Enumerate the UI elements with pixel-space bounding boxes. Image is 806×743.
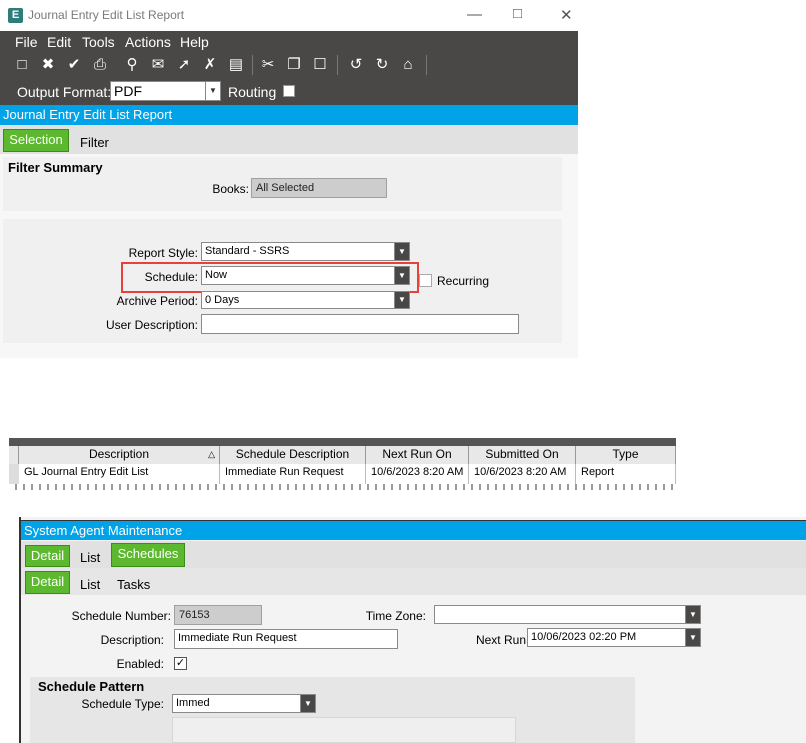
tab-schedules[interactable]: Schedules: [111, 543, 185, 567]
report-style-label: Report Style:: [128, 246, 198, 260]
table-cell[interactable]: GL Journal Entry Edit List: [19, 464, 220, 484]
enabled-checkbox[interactable]: ✓: [174, 657, 187, 670]
subtab-list[interactable]: List: [80, 577, 100, 592]
tab-detail[interactable]: Detail: [25, 545, 70, 567]
menu-edit[interactable]: Edit: [47, 34, 71, 50]
print-preview-icon[interactable]: ⚲: [123, 56, 141, 74]
menu-actions[interactable]: Actions: [125, 34, 171, 50]
tab-selection[interactable]: Selection: [3, 129, 69, 152]
home-icon[interactable]: ⌂: [399, 56, 417, 74]
menu-file[interactable]: File: [15, 34, 38, 50]
column-description-label: Description: [88, 447, 150, 461]
delete-icon[interactable]: ✖: [39, 56, 57, 74]
chevron-down-icon[interactable]: ▼: [394, 292, 409, 308]
paste-icon[interactable]: ☐: [311, 56, 329, 74]
send-icon[interactable]: ✉: [149, 56, 167, 74]
user-description-input[interactable]: [201, 314, 519, 334]
chevron-down-icon[interactable]: ▼: [685, 606, 700, 623]
highlight-box: [121, 262, 419, 293]
copy-icon[interactable]: ❐: [285, 56, 303, 74]
schedule-options-box: [172, 717, 516, 743]
recurring-checkbox[interactable]: [419, 274, 432, 287]
save-icon[interactable]: ▤: [227, 56, 245, 74]
filter-summary-title: Filter Summary: [8, 160, 103, 175]
archive-period-label: Archive Period:: [116, 294, 198, 308]
books-label: Books:: [212, 182, 249, 196]
routing-checkbox[interactable]: [283, 85, 295, 97]
menu-tools[interactable]: Tools: [82, 34, 115, 50]
enabled-label: Enabled:: [116, 657, 164, 671]
menu-help[interactable]: Help: [180, 34, 209, 50]
close-icon[interactable]: ✕: [560, 6, 573, 24]
chevron-down-icon[interactable]: ▼: [205, 82, 220, 100]
report-style-value: Standard - SSRS: [205, 245, 290, 257]
report-style-select[interactable]: Standard - SSRS ▼: [201, 242, 410, 261]
tab-filter[interactable]: Filter: [80, 135, 109, 150]
toolbar-separator: [426, 55, 427, 75]
report-header: Journal Entry Edit List Report: [0, 105, 578, 125]
archive-period-value: 0 Days: [205, 294, 240, 306]
chevron-down-icon[interactable]: ▼: [394, 243, 409, 260]
grid-row-header: [9, 446, 19, 464]
minimize-icon[interactable]: —: [467, 6, 482, 23]
next-run-field[interactable]: 10/06/2023 02:20 PM ▼: [527, 628, 701, 647]
table-cell[interactable]: 10/6/2023 8:20 AM: [469, 464, 576, 484]
archive-period-select[interactable]: 0 Days ▼: [201, 291, 410, 309]
maximize-icon[interactable]: □: [513, 5, 522, 22]
output-format-value: PDF: [114, 83, 142, 99]
schedule-pattern-title: Schedule Pattern: [38, 679, 145, 694]
subtab-tasks[interactable]: Tasks: [117, 577, 150, 592]
sort-ascending-icon: △: [208, 449, 215, 459]
next-run-value: 10/06/2023 02:20 PM: [531, 631, 637, 643]
column-header-submitted-on[interactable]: Submitted On: [469, 446, 576, 464]
table-cell[interactable]: Report: [576, 464, 676, 484]
attach-icon[interactable]: ➚: [175, 56, 193, 74]
report-header-title: Journal Entry Edit List Report: [3, 107, 173, 122]
time-zone-label: Time Zone:: [365, 609, 426, 623]
print-icon[interactable]: ⎙: [91, 56, 109, 74]
chevron-down-icon[interactable]: ▼: [685, 629, 700, 646]
agent-header: System Agent Maintenance: [21, 520, 806, 540]
agent-header-title: System Agent Maintenance: [24, 523, 183, 538]
time-zone-select[interactable]: ▼: [434, 605, 701, 624]
column-header-schedule-description[interactable]: Schedule Description: [220, 446, 366, 464]
table-row-selector[interactable]: [9, 464, 19, 484]
table-cell[interactable]: Immediate Run Request: [220, 464, 366, 484]
forward-icon[interactable]: ↻: [373, 56, 391, 74]
tab-list[interactable]: List: [80, 550, 100, 565]
back-icon[interactable]: ↺: [347, 56, 365, 74]
cut-icon[interactable]: ✂: [259, 56, 277, 74]
column-header-type[interactable]: Type: [576, 446, 676, 464]
description-input[interactable]: Immediate Run Request: [174, 629, 398, 649]
schedule-type-select[interactable]: Immed ▼: [172, 694, 316, 713]
next-run-label: Next Run: [475, 633, 526, 647]
schedule-number-label: Schedule Number:: [71, 609, 171, 623]
schedule-type-label: Schedule Type:: [81, 697, 164, 711]
description-label: Description:: [100, 633, 164, 647]
column-header-next-run-on[interactable]: Next Run On: [366, 446, 469, 464]
checkmark-icon: ✓: [175, 657, 186, 669]
books-field: All Selected: [251, 178, 387, 198]
window-title: Journal Entry Edit List Report: [28, 8, 185, 22]
schedule-number-field: 76153: [174, 605, 262, 625]
toolbar-separator: [337, 55, 338, 75]
column-header-description[interactable]: Description △: [19, 446, 220, 464]
routing-label: Routing: [228, 84, 277, 100]
subtab-detail[interactable]: Detail: [25, 571, 70, 594]
new-icon[interactable]: □: [13, 56, 31, 74]
output-format-select[interactable]: PDF ▼: [110, 81, 221, 101]
chevron-down-icon[interactable]: ▼: [300, 695, 315, 712]
toolbar-separator: [252, 55, 253, 75]
clear-icon[interactable]: ✔: [65, 56, 83, 74]
schedule-type-value: Immed: [176, 697, 210, 709]
table-row-cutoff: [9, 484, 676, 490]
output-format-label: Output Format:: [17, 84, 112, 100]
recurring-label: Recurring: [437, 274, 490, 288]
app-logo-icon: E: [8, 8, 23, 23]
table-cell[interactable]: 10/6/2023 8:20 AM: [366, 464, 469, 484]
user-description-label: User Description:: [105, 318, 198, 332]
tools-icon[interactable]: ✗: [201, 56, 219, 74]
